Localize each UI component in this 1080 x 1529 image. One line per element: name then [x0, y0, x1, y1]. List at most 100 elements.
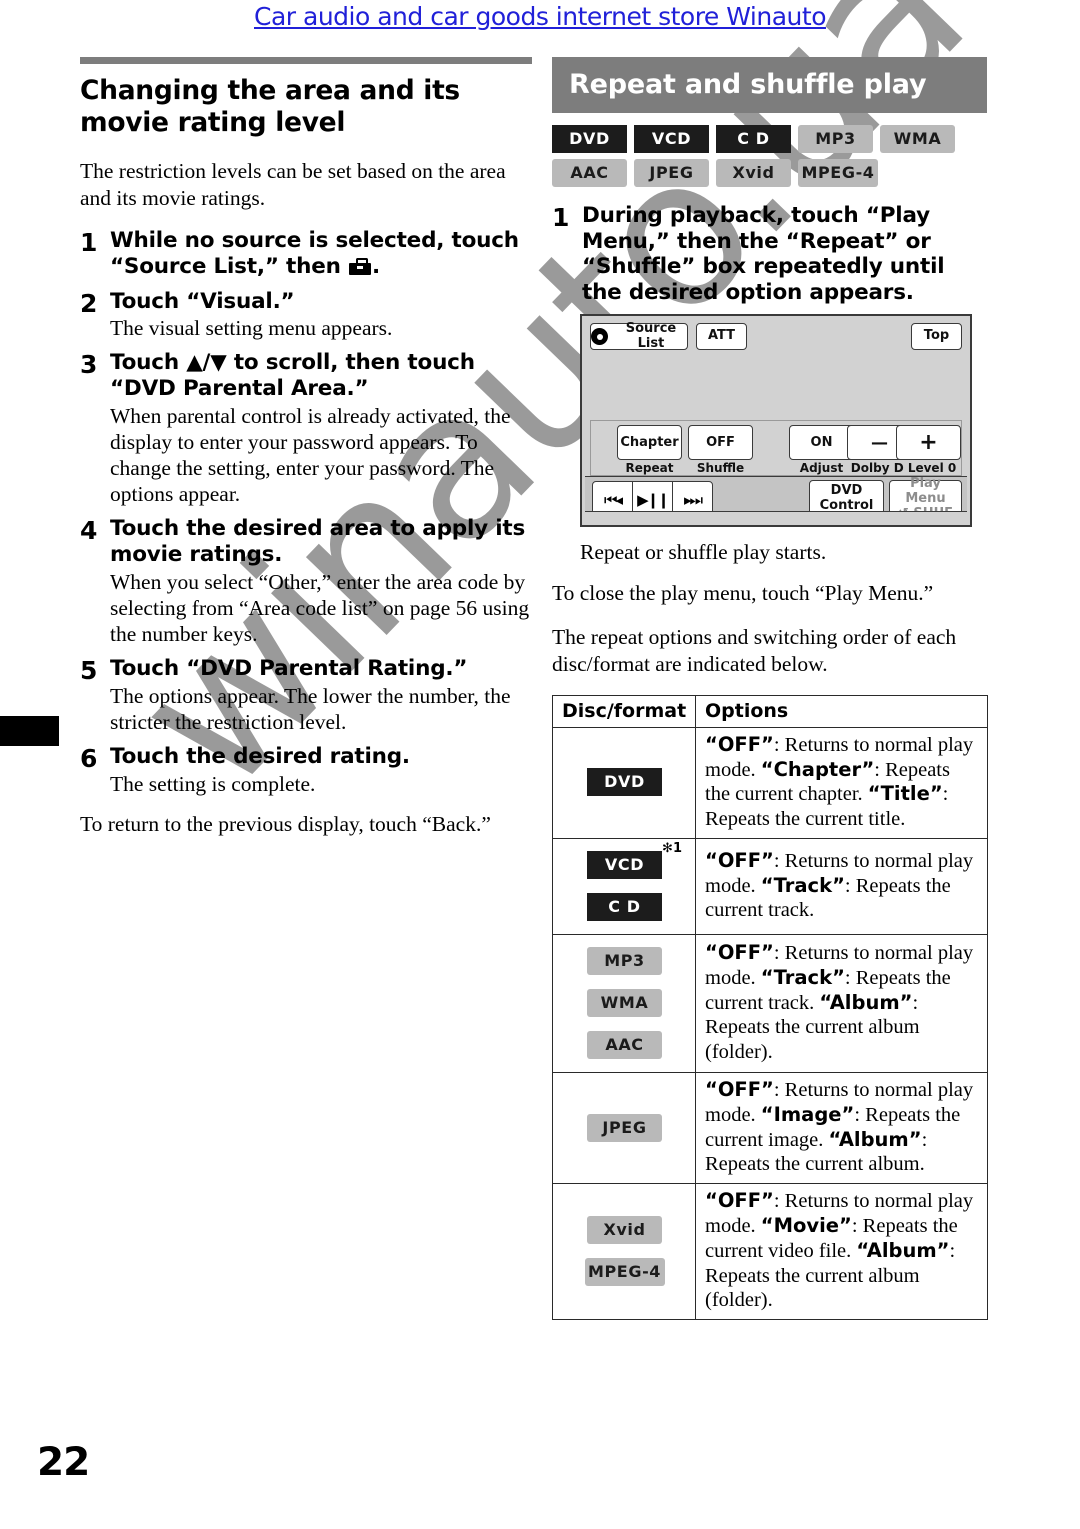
- step-list: 1 While no source is selected, touch “Sou…: [80, 228, 532, 797]
- format-badge-aac: AAC: [552, 159, 627, 187]
- device-caption: Repeat or shuffle play starts.: [580, 540, 827, 565]
- step-body: During playback, touch “Play Menu,” then…: [582, 203, 987, 305]
- badge-wrapper: JPEG: [587, 1107, 662, 1149]
- play-menu-label: Play Menu: [905, 475, 946, 506]
- step-body: While no source is selected, touch “Sour…: [110, 228, 532, 279]
- step-item: 4 Touch the desired area to apply its mov…: [80, 516, 532, 647]
- plus-button[interactable]: +: [896, 425, 961, 461]
- step-number: 4: [80, 516, 98, 546]
- page-number: 22: [37, 1440, 90, 1485]
- closing-paragraph: To return to the previous display, touch…: [80, 812, 491, 837]
- badge-wrapper: Xvid: [587, 1209, 662, 1251]
- step-body: Touch ▲/▼ to scroll, then touch “DVD Par…: [110, 350, 532, 507]
- option-term: “Track”: [760, 873, 845, 897]
- step-number: 3: [80, 350, 98, 380]
- source-list-button[interactable]: Source List: [590, 320, 688, 351]
- page-content: Changing the area and its movie rating l…: [0, 0, 1080, 1529]
- option-term: “Album”: [828, 1127, 922, 1151]
- format-badge-row-1: DVD VCD C D MP3 WMA: [552, 125, 987, 153]
- format-badge-c-d: C D: [587, 893, 662, 921]
- source-list-label: Source List: [625, 320, 677, 351]
- option-term: “Track”: [760, 965, 845, 989]
- section-rule: [80, 57, 532, 64]
- row-options-cell: “OFF”: Returns to normal play mode. “Cha…: [695, 726, 988, 840]
- row-format-cell: JPEG: [552, 1071, 696, 1185]
- step-instruction: Touch ▲/▼ to scroll, then touch “DVD Par…: [110, 350, 475, 401]
- step-detail: When parental control is already activat…: [110, 403, 511, 507]
- options-table: Disc/format Options DVD “OFF”: Returns to…: [552, 694, 988, 1321]
- step-instruction: Touch “Visual.”: [110, 288, 295, 314]
- att-button[interactable]: ATT: [696, 323, 747, 351]
- step-number: 6: [80, 744, 98, 774]
- option-term: “Movie”: [760, 1213, 852, 1237]
- shuffle-label: Shuffle: [696, 461, 745, 476]
- toolbox-icon: [349, 257, 371, 275]
- row-options-cell: “OFF”: Returns to normal play mode. “Mov…: [695, 1183, 988, 1321]
- row-format-cell: Xvid MPEG-4: [552, 1183, 696, 1321]
- step-number: 1: [552, 203, 570, 232]
- table-row: Xvid MPEG-4 “OFF”: Returns to normal play …: [552, 1183, 988, 1321]
- format-badge-xvid: Xvid: [587, 1216, 662, 1245]
- option-term: “OFF”: [705, 1189, 774, 1213]
- format-badge-dvd: DVD: [587, 768, 662, 797]
- page-title: Changing the area and its movie rating l…: [80, 75, 460, 139]
- step-item: 5 Touch “DVD Parental Rating.” The options…: [80, 656, 532, 735]
- format-badge-xvid: Xvid: [716, 159, 791, 187]
- row-options-cell: “OFF”: Returns to normal play mode. “Tra…: [695, 838, 988, 935]
- step-detail: The visual setting menu appears.: [110, 316, 393, 341]
- table-intro-note: The repeat options and switching order o…: [552, 625, 957, 676]
- step-body: Touch “DVD Parental Rating.” The options …: [110, 656, 532, 735]
- badge-wrapper: WMA: [587, 982, 662, 1024]
- table-row: DVD “OFF”: Returns to normal play mode. “…: [552, 726, 988, 840]
- device-top-bar: Source List ATT Top: [590, 320, 962, 417]
- intro-paragraph: The restriction levels can be set based …: [80, 158, 506, 210]
- shuffle-control-group: OFF Shuffle: [688, 425, 753, 475]
- site-link-banner: Car audio and car goods internet store W…: [0, 2, 1080, 31]
- step-item: 1 While no source is selected, touch “Sou…: [80, 228, 532, 279]
- step-item: 2 Touch “Visual.” The visual setting menu …: [80, 289, 532, 342]
- format-badge-mpeg-4: MPEG-4: [584, 1258, 665, 1287]
- edge-thumb-tab: [0, 716, 59, 746]
- step-item: 6 Touch the desired rating. The setting is…: [80, 744, 532, 797]
- top-button[interactable]: Top: [911, 323, 962, 351]
- step-item: 3 Touch ▲/▼ to scroll, then touch “DVD Pa…: [80, 350, 532, 507]
- adjust-button[interactable]: ON: [789, 425, 854, 461]
- option-term: “OFF”: [705, 941, 774, 964]
- badge-wrapper: AAC: [587, 1024, 662, 1066]
- repeat-label: Repeat: [625, 461, 674, 476]
- header-disc-format: Disc/format: [552, 694, 696, 728]
- table-header-row: Disc/format Options: [552, 694, 988, 728]
- device-control-band: Chapter Repeat OFF Shuffle ON Adjust — +: [590, 420, 962, 477]
- device-screen-illustration: Source List ATT Top Chapter Repeat OFF S…: [580, 314, 972, 528]
- step-detail: When you select “Other,” enter the area …: [110, 569, 530, 646]
- shuffle-button[interactable]: OFF: [688, 425, 753, 461]
- badge-wrapper: MPEG-4: [584, 1251, 665, 1293]
- footnote-marker: ✻1: [662, 841, 682, 856]
- step-instruction: During playback, touch “Play Menu,” then…: [582, 203, 945, 305]
- dvd-control-label-line1: DVD: [830, 483, 863, 499]
- option-term: “Image”: [760, 1102, 855, 1126]
- format-badge-dvd: DVD: [552, 125, 627, 153]
- step-instruction: While no source is selected, touch “Sour…: [110, 228, 519, 279]
- repeat-button[interactable]: Chapter: [617, 425, 682, 461]
- format-badge-mp3: MP3: [798, 125, 873, 153]
- format-badge-wma: WMA: [880, 125, 955, 153]
- option-term: “OFF”: [705, 848, 774, 872]
- option-term: “Album”: [819, 990, 913, 1014]
- repeat-control-group: Chapter Repeat: [617, 425, 682, 475]
- format-badge-mp3: MP3: [587, 947, 662, 975]
- table-row: JPEG “OFF”: Returns to normal play mode. …: [552, 1071, 988, 1185]
- format-badge-vcd: VCD: [587, 851, 662, 879]
- step-body: Touch “Visual.” The visual setting menu a…: [110, 289, 532, 342]
- row-format-cell: MP3 WMA AAC: [552, 934, 696, 1073]
- step-number: 1: [80, 228, 98, 258]
- option-term: “OFF”: [705, 732, 774, 756]
- table-row: VCD ✻1 C D “OFF”: Returns to normal play mo…: [552, 838, 988, 935]
- format-badge-c-d: C D: [716, 125, 791, 153]
- format-badge-aac: AAC: [587, 1031, 662, 1059]
- site-link[interactable]: Car audio and car goods internet store W…: [254, 2, 826, 31]
- badge-wrapper: VCD ✻1: [587, 841, 682, 886]
- step-instruction: Touch the desired rating.: [110, 744, 410, 770]
- step-number: 5: [80, 656, 98, 686]
- badge-wrapper: C D: [587, 886, 662, 928]
